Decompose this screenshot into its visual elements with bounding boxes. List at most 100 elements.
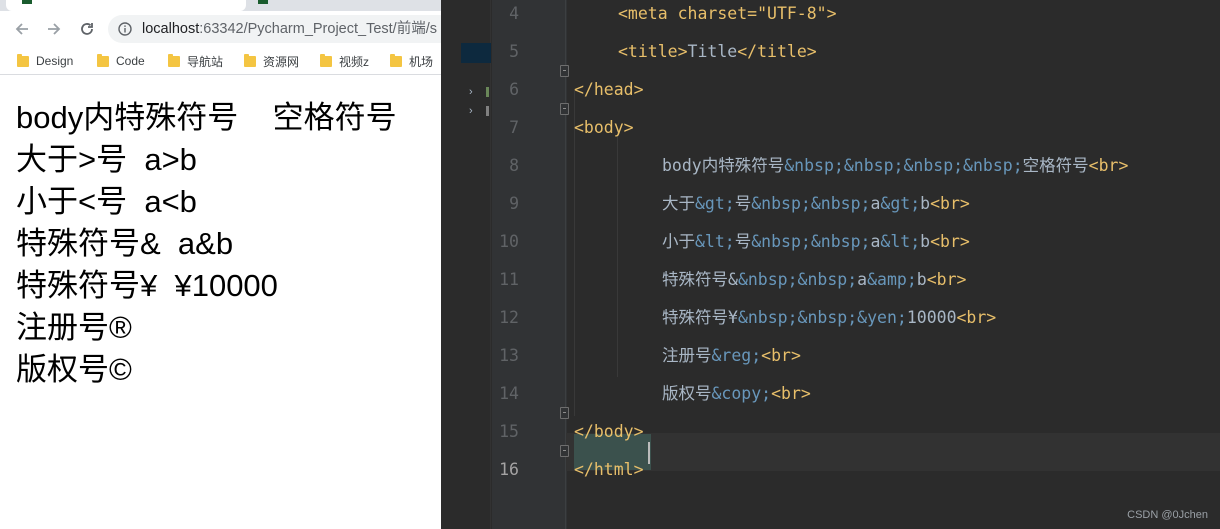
line-number: 4 [509,4,519,23]
fold-marker-icon[interactable] [560,445,569,457]
code-line[interactable]: body内特殊符号&nbsp;&nbsp;&nbsp;&nbsp;空格符号<br… [662,147,1128,185]
code-entity: &copy; [711,384,772,403]
folder-icon [320,53,332,67]
code-text: b [920,194,931,213]
code-line[interactable]: <meta charset="UTF-8"> [618,0,837,33]
code-text: 版权号 [662,384,712,403]
fold-marker-icon[interactable] [560,407,569,419]
code-entity: &nbsp;&nbsp; [751,232,871,251]
code-line[interactable]: <title>Title</title> [618,33,817,71]
line-number: 13 [499,346,519,365]
url-host: localhost [142,21,200,37]
code-text: 特殊符号& [662,270,738,289]
folder-icon [17,53,29,67]
navigation-bar: localhost:63342/Pycharm_Project_Test/前端/… [0,11,441,47]
browser-tab-active[interactable] [6,0,246,11]
tab-favicon-icon[interactable] [258,0,268,4]
tab-favicon-icon [22,0,32,4]
browser-window: localhost:63342/Pycharm_Project_Test/前端/… [0,0,441,529]
code-tag: <body> [574,118,634,137]
info-icon[interactable] [118,22,132,36]
code-line[interactable]: 大于&gt;号&nbsp;&nbsp;a&gt;b<br> [662,185,970,223]
code-entity: &nbsp;&nbsp;&nbsp;&nbsp; [784,156,1023,175]
back-button[interactable] [10,17,34,41]
address-url[interactable]: localhost:63342/Pycharm_Project_Test/前端/… [142,20,437,38]
line-number: 15 [499,422,519,441]
bookmark-video[interactable]: 视频z [320,52,369,70]
file-marker-icon [486,87,489,97]
code-text: Title [687,42,738,61]
line-number: 8 [509,156,519,175]
text-caret [648,442,650,464]
code-text: 注册号 [662,346,712,365]
line-number: 10 [499,232,519,251]
code-line[interactable]: </body> [574,413,644,451]
line-number: 11 [499,270,519,289]
code-text: 大于 [662,194,695,213]
code-tag: <br> [761,346,801,365]
code-text: a [870,194,881,213]
code-tag: <br> [771,384,811,403]
code-entity: &lt; [695,232,735,251]
code-line[interactable]: 特殊符号&&nbsp;&nbsp;a&amp;b<br> [662,261,966,299]
bookmark-label: 资源网 [263,54,300,69]
code-line[interactable]: </head> [574,71,644,109]
url-path: :63342/Pycharm_Project_Test/前端/s [199,21,437,37]
code-text: 小于 [662,232,695,251]
code-line[interactable]: 小于&lt;号&nbsp;&nbsp;a&lt;b<br> [662,223,970,261]
code-text: 号 [734,232,752,251]
code-entity: &gt; [880,194,921,213]
code-line[interactable]: 特殊符号¥&nbsp;&nbsp;&yen;10000<br> [662,299,996,337]
bookmark-resources[interactable]: 资源网 [244,52,299,70]
code-text: a [857,270,868,289]
code-text: body内特殊符号 [662,156,785,175]
bookmark-code[interactable]: Code [97,52,145,70]
bookmarks-bar: Design Code 导航站 资源网 视频z 机场 [0,47,441,75]
address-bar[interactable]: localhost:63342/Pycharm_Project_Test/前端/… [108,15,441,43]
bookmark-nav-site[interactable]: 导航站 [168,52,223,70]
line-number: 12 [499,308,519,327]
code-line[interactable]: <body> [574,109,634,147]
current-line-highlight [566,433,1220,471]
code-tag: <br> [930,194,970,213]
line-number: 5 [509,42,519,61]
code-line[interactable]: </html> [574,451,644,489]
code-tag: </body> [574,422,644,441]
code-entity: &lt; [880,232,921,251]
fold-marker-icon[interactable] [560,65,569,77]
chevron-right-icon[interactable]: › [469,86,473,98]
bookmark-label: 机场 [409,54,434,69]
rendered-page-content: body内特殊符号 空格符号 大于>号 a>b 小于<号 a<b 特殊符号& a… [16,97,441,391]
code-entity: &nbsp;&nbsp; [751,194,871,213]
code-entity: &nbsp;&nbsp; [737,270,858,289]
code-editor[interactable]: › › <meta charset="UTF-8"> <title>Title</… [441,0,1220,529]
folder-icon [244,53,256,67]
folder-icon [168,53,180,67]
content-line: 版权号© [16,352,132,387]
code-entity: &amp; [867,270,917,289]
content-line: 特殊符号¥ ¥10000 [16,268,278,303]
code-text: 号 [734,194,752,213]
code-line[interactable]: 版权号&copy;<br> [662,375,811,413]
code-line[interactable]: 注册号&reg;<br> [662,337,801,375]
content-line: 小于<号 a<b [16,184,197,219]
project-tool-strip: › › [441,0,491,529]
forward-button[interactable] [42,17,66,41]
content-line: 大于>号 a>b [16,142,197,177]
tab-strip [0,0,441,11]
line-number: 6 [509,80,519,99]
code-entity: &nbsp;&nbsp;&yen; [737,308,907,327]
code-entity: &gt; [695,194,735,213]
bookmark-label: 视频z [339,54,370,69]
line-number: 9 [509,194,519,213]
code-tag: </title> [737,42,817,61]
project-selected-row[interactable] [461,43,491,63]
bookmark-airport[interactable]: 机场 [390,52,433,70]
bookmark-label: Design [36,54,74,68]
arrow-right-icon [48,23,61,35]
chevron-right-icon[interactable]: › [469,105,473,117]
fold-marker-icon[interactable] [560,103,569,115]
code-text: 特殊符号¥ [662,308,738,327]
bookmark-design[interactable]: Design [17,52,73,70]
reload-button[interactable] [75,17,99,41]
